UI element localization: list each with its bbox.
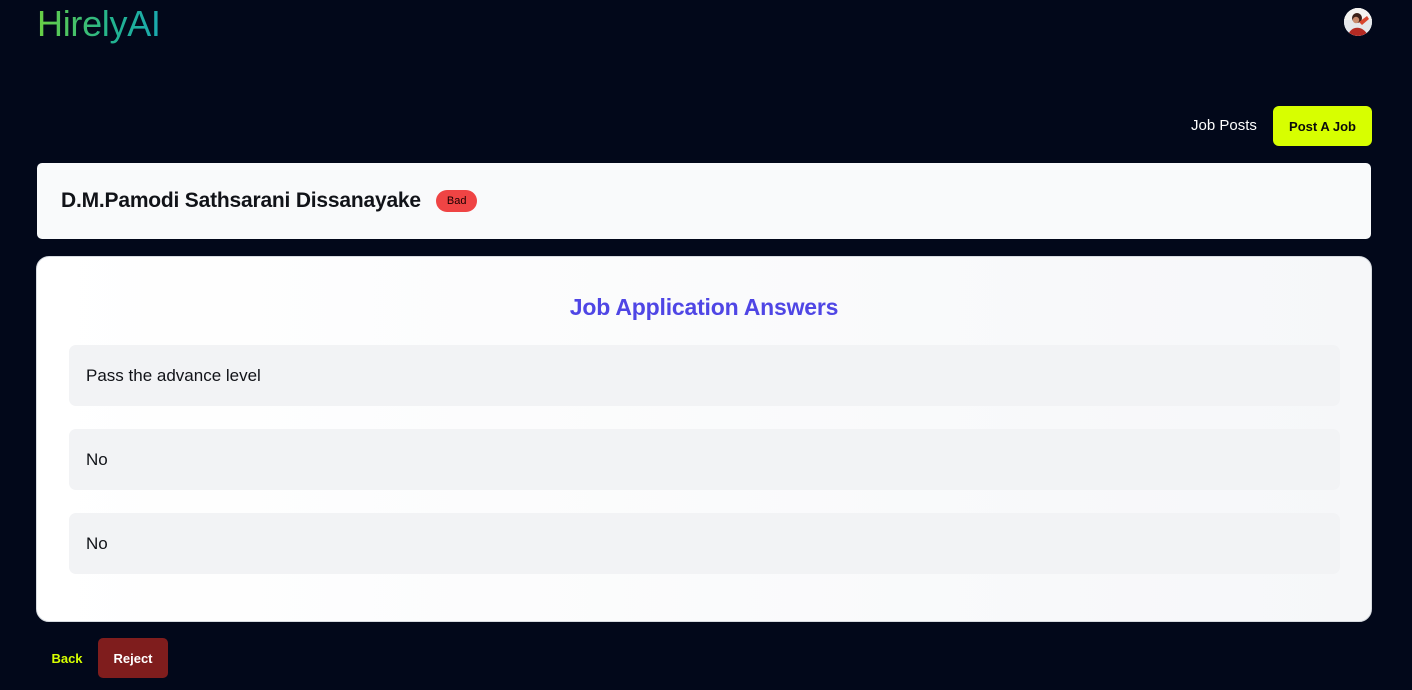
app-logo[interactable]: HirelyAI <box>37 4 161 44</box>
answers-card: Job Application Answers Pass the advance… <box>36 256 1372 622</box>
back-button[interactable]: Back <box>40 638 94 678</box>
avatar-icon <box>1344 8 1372 36</box>
answers-title: Job Application Answers <box>569 294 839 320</box>
reject-button[interactable]: Reject <box>98 638 168 678</box>
answer-item: No <box>69 429 1340 490</box>
post-a-job-button[interactable]: Post A Job <box>1273 106 1372 146</box>
rating-badge: Bad <box>435 190 478 212</box>
answer-item: No <box>69 513 1340 574</box>
candidate-header-card: D.M.Pamodi Sathsarani Dissanayake Bad <box>37 163 1371 239</box>
answer-item: Pass the advance level <box>69 345 1340 406</box>
job-posts-link[interactable]: Job Posts <box>1191 116 1257 136</box>
user-avatar[interactable] <box>1344 8 1372 36</box>
candidate-name: D.M.Pamodi Sathsarani Dissanayake <box>61 189 421 212</box>
